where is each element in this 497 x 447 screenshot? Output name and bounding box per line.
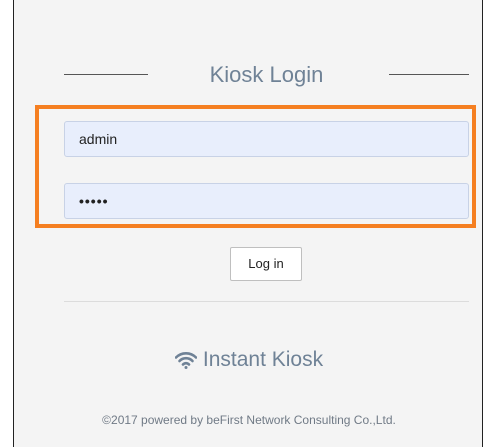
login-title: Kiosk Login bbox=[209, 62, 324, 87]
brand-name: Instant Kiosk bbox=[202, 348, 324, 371]
section-divider bbox=[64, 301, 469, 302]
brand-logo: Instant Kiosk bbox=[14, 346, 484, 374]
copyright-text: ©2017 powered by beFirst Network Consult… bbox=[102, 413, 396, 427]
title-divider-right bbox=[389, 74, 469, 75]
wifi-icon bbox=[174, 348, 203, 371]
login-header: Kiosk Login bbox=[64, 60, 469, 90]
login-button[interactable]: Log in bbox=[230, 247, 302, 281]
credentials-highlight bbox=[35, 105, 476, 228]
